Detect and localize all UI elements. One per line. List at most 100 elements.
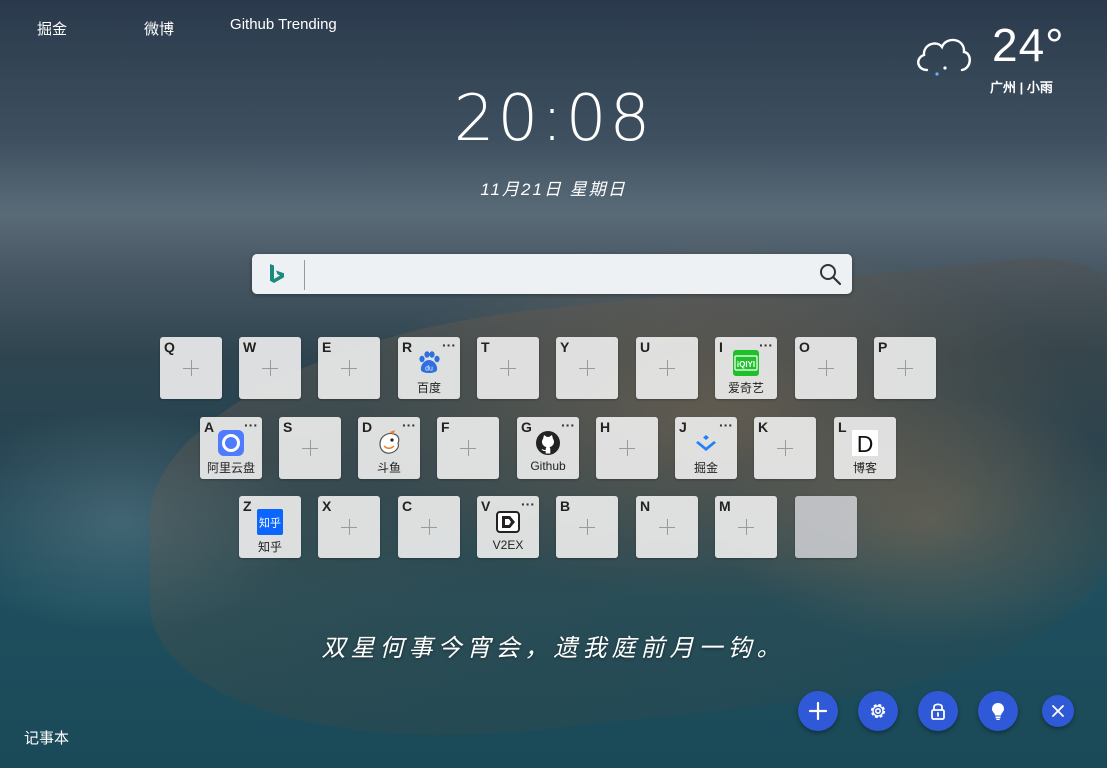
tile-d-douyu[interactable]: D ··· 斗鱼 bbox=[358, 417, 420, 479]
tile-g-github[interactable]: G ··· Github bbox=[517, 417, 579, 479]
plus-icon bbox=[596, 417, 658, 479]
tile-key: J bbox=[679, 419, 687, 435]
search-icon[interactable] bbox=[818, 262, 842, 286]
tile-key: D bbox=[362, 419, 373, 435]
tile-key: Z bbox=[243, 498, 252, 514]
more-icon[interactable]: ··· bbox=[402, 417, 416, 433]
top-nav: 掘金 微博 Github Trending bbox=[37, 16, 337, 39]
temperature: 24° bbox=[992, 19, 1065, 71]
tile-label: 斗鱼 bbox=[376, 461, 401, 475]
more-icon[interactable]: ··· bbox=[561, 417, 575, 433]
aliyun-drive-icon bbox=[218, 430, 244, 456]
plus-icon bbox=[556, 337, 618, 399]
baidu-logo-text: du bbox=[425, 366, 433, 373]
plus-icon bbox=[477, 337, 539, 399]
tile-key: A bbox=[204, 419, 215, 435]
tile-p[interactable]: P bbox=[874, 337, 936, 399]
plus-icon bbox=[318, 496, 380, 558]
plus-icon bbox=[239, 337, 301, 399]
plus-icon bbox=[874, 337, 936, 399]
gear-icon bbox=[870, 703, 886, 719]
plus-icon bbox=[318, 337, 380, 399]
tile-label: 阿里云盘 bbox=[206, 461, 255, 475]
tips-button[interactable] bbox=[978, 691, 1018, 731]
bing-icon[interactable] bbox=[266, 262, 288, 286]
notepad-link[interactable]: 记事本 bbox=[24, 727, 69, 748]
nav-link-github-trending[interactable]: Github Trending bbox=[230, 16, 337, 39]
plus-icon bbox=[279, 417, 341, 479]
tile-empty[interactable] bbox=[795, 496, 857, 558]
tile-k[interactable]: K bbox=[754, 417, 816, 479]
nav-link-weibo[interactable]: 微博 bbox=[144, 18, 174, 39]
lock-icon bbox=[931, 703, 945, 720]
add-button[interactable] bbox=[798, 691, 838, 731]
tile-v-v2ex[interactable]: V ··· V2EX bbox=[477, 496, 539, 558]
lightbulb-icon bbox=[992, 703, 1004, 720]
baidu-icon: du bbox=[416, 350, 442, 376]
settings-button[interactable] bbox=[858, 691, 898, 731]
zhihu-logo-text: 知乎 bbox=[259, 516, 281, 530]
tile-a-aliyun-drive[interactable]: A ··· 阿里云盘 bbox=[200, 417, 262, 479]
blog-logo-text: D bbox=[857, 431, 874, 456]
tile-key: L bbox=[838, 419, 847, 435]
tile-c[interactable]: C bbox=[398, 496, 460, 558]
cloud-rain-icon bbox=[913, 30, 973, 78]
tile-h[interactable]: H bbox=[596, 417, 658, 479]
nav-link-juejin[interactable]: 掘金 bbox=[37, 18, 67, 39]
tile-z-zhihu[interactable]: Z 知乎 知乎 bbox=[239, 496, 301, 558]
plus-icon bbox=[808, 701, 828, 721]
close-icon bbox=[1052, 705, 1064, 717]
blog-d-icon: D bbox=[852, 430, 878, 457]
tile-s[interactable]: S bbox=[279, 417, 341, 479]
iqiyi-icon: iQIYI bbox=[733, 350, 759, 376]
lock-button[interactable] bbox=[918, 691, 958, 731]
tile-b[interactable]: B bbox=[556, 496, 618, 558]
tile-j-juejin[interactable]: J ··· 掘金 bbox=[675, 417, 737, 479]
tile-key: V bbox=[481, 498, 491, 514]
tile-m[interactable]: M bbox=[715, 496, 777, 558]
juejin-icon bbox=[693, 430, 719, 456]
search-input[interactable] bbox=[304, 260, 813, 290]
tile-label: V2EX bbox=[492, 538, 524, 552]
tile-e[interactable]: E bbox=[318, 337, 380, 399]
plus-icon bbox=[715, 496, 777, 558]
tile-n[interactable]: N bbox=[636, 496, 698, 558]
plus-icon bbox=[754, 417, 816, 479]
more-icon[interactable]: ··· bbox=[442, 337, 456, 353]
tile-y[interactable]: Y bbox=[556, 337, 618, 399]
tile-key: R bbox=[402, 339, 413, 355]
plus-icon bbox=[795, 337, 857, 399]
tile-key: I bbox=[719, 339, 723, 355]
tile-x[interactable]: X bbox=[318, 496, 380, 558]
more-icon[interactable]: ··· bbox=[719, 417, 733, 433]
douyu-icon bbox=[376, 430, 402, 456]
search-box bbox=[252, 254, 852, 294]
clock-date: 11月21日 星期日 bbox=[480, 180, 627, 199]
tile-t[interactable]: T bbox=[477, 337, 539, 399]
plus-icon bbox=[437, 417, 499, 479]
plus-icon bbox=[398, 496, 460, 558]
tile-q[interactable]: Q bbox=[160, 337, 222, 399]
iqiyi-logo-text: iQIYI bbox=[737, 360, 755, 369]
tile-label: Github bbox=[530, 459, 566, 473]
tile-l-blog[interactable]: L D 博客 bbox=[834, 417, 896, 479]
close-button[interactable] bbox=[1042, 695, 1074, 727]
more-icon[interactable]: ··· bbox=[244, 417, 258, 433]
tile-u[interactable]: U bbox=[636, 337, 698, 399]
tile-o[interactable]: O bbox=[795, 337, 857, 399]
more-icon[interactable]: ··· bbox=[759, 337, 773, 353]
tile-key: G bbox=[521, 419, 532, 435]
plus-icon bbox=[160, 337, 222, 399]
tile-label: 百度 bbox=[416, 381, 441, 395]
tile-label: 掘金 bbox=[693, 461, 718, 475]
tile-i-iqiyi[interactable]: I ··· iQIYI 爱奇艺 bbox=[715, 337, 777, 399]
plus-icon bbox=[636, 337, 698, 399]
tile-w[interactable]: W bbox=[239, 337, 301, 399]
github-icon bbox=[535, 430, 561, 456]
tile-r-baidu[interactable]: R ··· du 百度 bbox=[398, 337, 460, 399]
tile-label: 博客 bbox=[852, 461, 877, 475]
plus-icon bbox=[636, 496, 698, 558]
clock-time: 20:08 bbox=[453, 82, 654, 156]
more-icon[interactable]: ··· bbox=[521, 496, 535, 512]
tile-f[interactable]: F bbox=[437, 417, 499, 479]
